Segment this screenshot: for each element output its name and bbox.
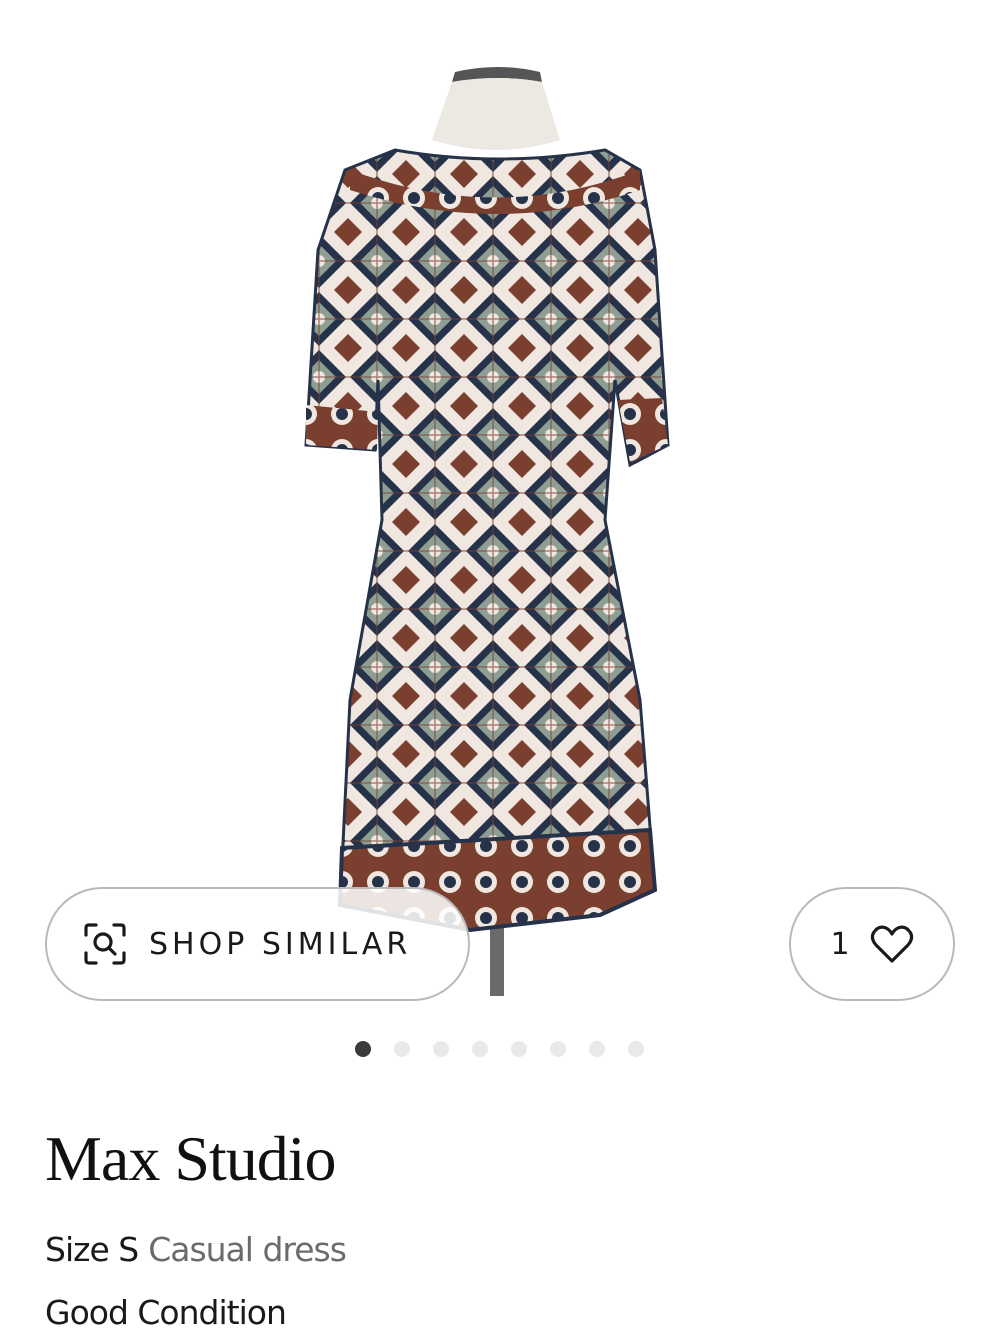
- heart-icon: [870, 924, 914, 964]
- gallery-dot-6[interactable]: [550, 1041, 566, 1057]
- product-meta: Size S Casual dress: [45, 1230, 347, 1269]
- gallery-dot-3[interactable]: [433, 1041, 449, 1057]
- product-size: Size S: [45, 1230, 139, 1269]
- gallery-dot-1[interactable]: [355, 1041, 371, 1057]
- product-image-gallery[interactable]: SHOP SIMILAR 1: [0, 0, 1000, 1020]
- gallery-dot-4[interactable]: [472, 1041, 488, 1057]
- product-photo: [304, 67, 670, 996]
- gallery-dot-2[interactable]: [394, 1041, 410, 1057]
- shop-similar-label: SHOP SIMILAR: [149, 926, 412, 962]
- favorite-count: 1: [830, 926, 850, 962]
- product-condition: Good Condition: [45, 1293, 287, 1332]
- gallery-dot-8[interactable]: [628, 1041, 644, 1057]
- favorite-button[interactable]: 1: [789, 887, 955, 1001]
- product-brand: Max Studio: [45, 1123, 336, 1194]
- product-category: Casual dress: [148, 1230, 347, 1269]
- gallery-dot-7[interactable]: [589, 1041, 605, 1057]
- gallery-pagination: [355, 1041, 644, 1057]
- gallery-dot-5[interactable]: [511, 1041, 527, 1057]
- visual-search-icon: [83, 922, 127, 966]
- shop-similar-button[interactable]: SHOP SIMILAR: [45, 887, 470, 1001]
